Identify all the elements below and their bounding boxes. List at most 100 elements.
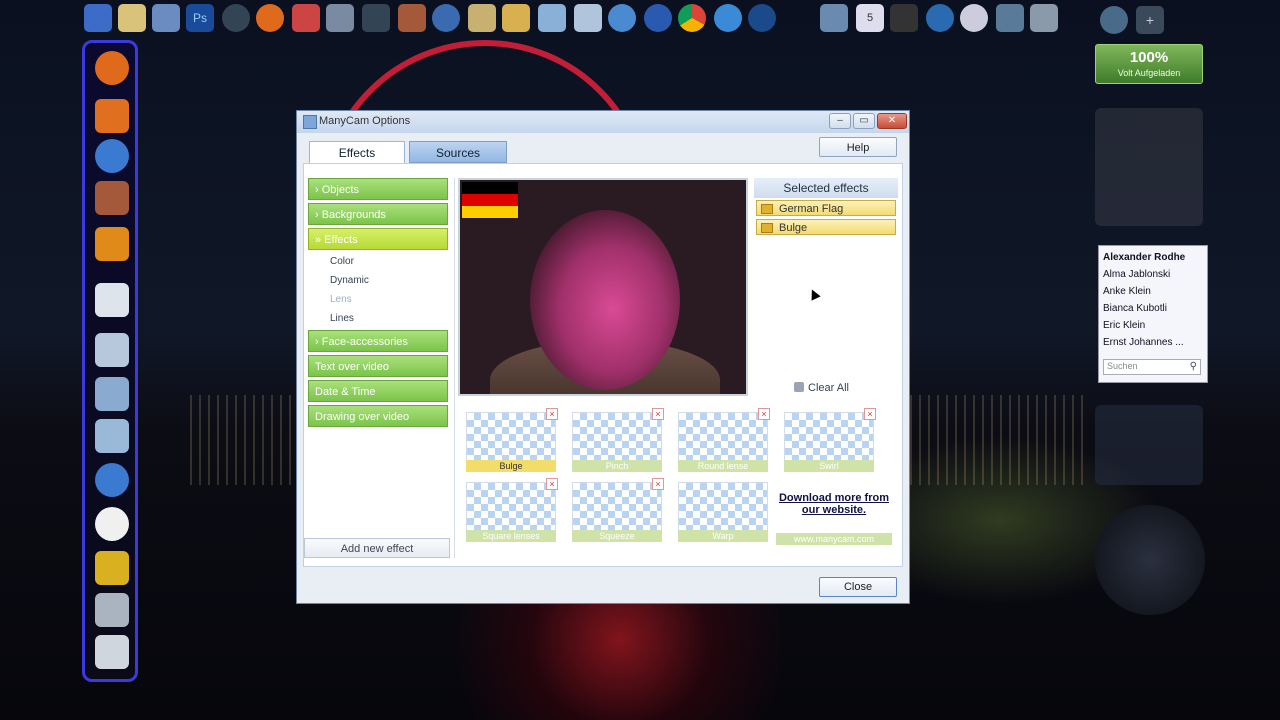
window-close-button[interactable]: ✕ (877, 113, 907, 129)
settings-icon[interactable] (820, 4, 848, 32)
weather-gadget (1095, 405, 1203, 485)
contact-item[interactable]: Alma Jablonski (1103, 269, 1170, 280)
subcategory-color[interactable]: Color (330, 256, 354, 267)
selected-effect-item[interactable]: Bulge (756, 219, 896, 235)
contact-item[interactable]: Bianca Kubotli (1103, 303, 1167, 314)
contact-item[interactable]: Eric Klein (1103, 320, 1145, 331)
clock-gadget (1095, 505, 1205, 615)
minimize-button[interactable]: – (829, 113, 851, 129)
graduation-icon[interactable] (890, 4, 918, 32)
photoshop-icon[interactable]: Ps (186, 4, 214, 32)
download-url-label[interactable]: www.manycam.com (776, 533, 892, 545)
battery-gadget: 100% Volt Aufgeladen (1095, 44, 1203, 84)
media-player-icon[interactable] (95, 99, 129, 133)
printer-icon[interactable] (1030, 4, 1058, 32)
remove-effect-icon[interactable]: × (652, 478, 664, 490)
subcategory-dynamic[interactable]: Dynamic (330, 275, 369, 286)
category-backgrounds[interactable]: › Backgrounds (308, 203, 448, 225)
close-button[interactable]: Close (819, 577, 897, 597)
avatar-icon[interactable] (398, 4, 426, 32)
clear-icon (794, 382, 804, 392)
effect-thumb-pinch[interactable]: × Pinch (568, 408, 666, 474)
effect-label: Square lenses (466, 530, 556, 542)
tool-icon[interactable] (95, 593, 129, 627)
firefox-icon[interactable] (256, 4, 284, 32)
pen-icon[interactable] (468, 4, 496, 32)
category-date-time[interactable]: Date & Time (308, 380, 448, 402)
subcategory-lines[interactable]: Lines (330, 313, 354, 324)
remove-effect-icon[interactable]: × (758, 408, 770, 420)
contacts-gadget: Alexander Rodhe Alma Jablonski Anke Klei… (1098, 245, 1208, 383)
app-icon (303, 115, 317, 129)
window-title: ManyCam Options (319, 115, 411, 127)
firefox-icon[interactable] (95, 51, 129, 85)
start-icon[interactable] (84, 4, 112, 32)
recycle-icon[interactable] (95, 635, 129, 669)
windows-icon[interactable] (926, 4, 954, 32)
network-icon[interactable] (538, 4, 566, 32)
tab-sources[interactable]: Sources (409, 141, 507, 163)
contact-item[interactable]: Ernst Johannes ... (1103, 337, 1184, 348)
effect-thumb-round-lense[interactable]: × Round lense (674, 408, 772, 474)
category-drawing-over-video[interactable]: Drawing over video (308, 405, 448, 427)
clock-icon[interactable] (960, 4, 988, 32)
category-text-over-video[interactable]: Text over video (308, 355, 448, 377)
folder-icon[interactable] (95, 333, 129, 367)
orbit-icon[interactable] (644, 4, 672, 32)
effect-thumb-squeeze[interactable]: × Squeeze (568, 478, 666, 544)
clear-all-button[interactable]: Clear All (794, 382, 849, 394)
remove-effect-icon[interactable]: × (652, 408, 664, 420)
calendar-icon[interactable]: 5 (856, 4, 884, 32)
effect-thumb-warp[interactable]: Warp (674, 478, 772, 544)
avatar-icon[interactable] (95, 181, 129, 215)
ie-icon[interactable] (714, 4, 742, 32)
contact-item[interactable]: Anke Klein (1103, 286, 1151, 297)
search-icon[interactable] (996, 4, 1024, 32)
category-effects[interactable]: » Effects (308, 228, 448, 250)
download-icon[interactable] (748, 4, 776, 32)
add-gadget-icon[interactable]: + (1136, 6, 1164, 34)
contact-item[interactable]: Alexander Rodhe (1103, 252, 1185, 263)
explorer-icon[interactable] (432, 4, 460, 32)
arrow-icon[interactable] (292, 4, 320, 32)
folder-icon[interactable] (95, 419, 129, 453)
mail-icon[interactable] (574, 4, 602, 32)
search-icon[interactable]: ⚲ (1190, 361, 1197, 372)
document-icon[interactable] (95, 283, 129, 317)
effect-preview (572, 412, 662, 462)
effect-label: Pinch (572, 460, 662, 472)
burst-icon[interactable] (95, 227, 129, 261)
remove-effect-icon[interactable]: × (864, 408, 876, 420)
remove-effect-icon[interactable]: × (546, 478, 558, 490)
effect-thumb-swirl[interactable]: × Swirl (780, 408, 878, 474)
gadget-icon[interactable] (1100, 6, 1128, 34)
add-new-effect-button[interactable]: Add new effect (304, 538, 450, 558)
help-button[interactable]: Help (819, 137, 897, 157)
clock-icon[interactable] (95, 507, 129, 541)
title-bar: ManyCam Options – ▭ ✕ (297, 111, 909, 133)
edit-icon[interactable] (502, 4, 530, 32)
media-icon[interactable] (362, 4, 390, 32)
star-icon[interactable] (95, 551, 129, 585)
effect-thumb-bulge[interactable]: × Bulge (462, 408, 560, 474)
internet-icon[interactable] (608, 4, 636, 32)
tab-effects[interactable]: Effects (309, 141, 405, 163)
safari-icon[interactable] (95, 139, 129, 173)
effect-thumb-square-lenses[interactable]: × Square lenses (462, 478, 560, 544)
folder-icon[interactable] (118, 4, 146, 32)
folder-icon[interactable] (95, 377, 129, 411)
remove-effect-icon[interactable]: × (546, 408, 558, 420)
globe-icon[interactable] (222, 4, 250, 32)
subcategory-lens[interactable]: Lens (330, 294, 352, 305)
globe-icon[interactable] (95, 463, 129, 497)
download-more-link[interactable]: Download more from our website. (778, 492, 890, 516)
maximize-button[interactable]: ▭ (853, 113, 875, 129)
tools-icon[interactable] (326, 4, 354, 32)
category-face-accessories[interactable]: › Face-accessories (308, 330, 448, 352)
chrome-icon[interactable] (678, 4, 706, 32)
effect-label: Round lense (678, 460, 768, 472)
category-objects[interactable]: › Objects (308, 178, 448, 200)
selected-effect-item[interactable]: German Flag (756, 200, 896, 216)
computer-icon[interactable] (152, 4, 180, 32)
contacts-search-input[interactable]: Suchen ⚲ (1103, 359, 1201, 375)
